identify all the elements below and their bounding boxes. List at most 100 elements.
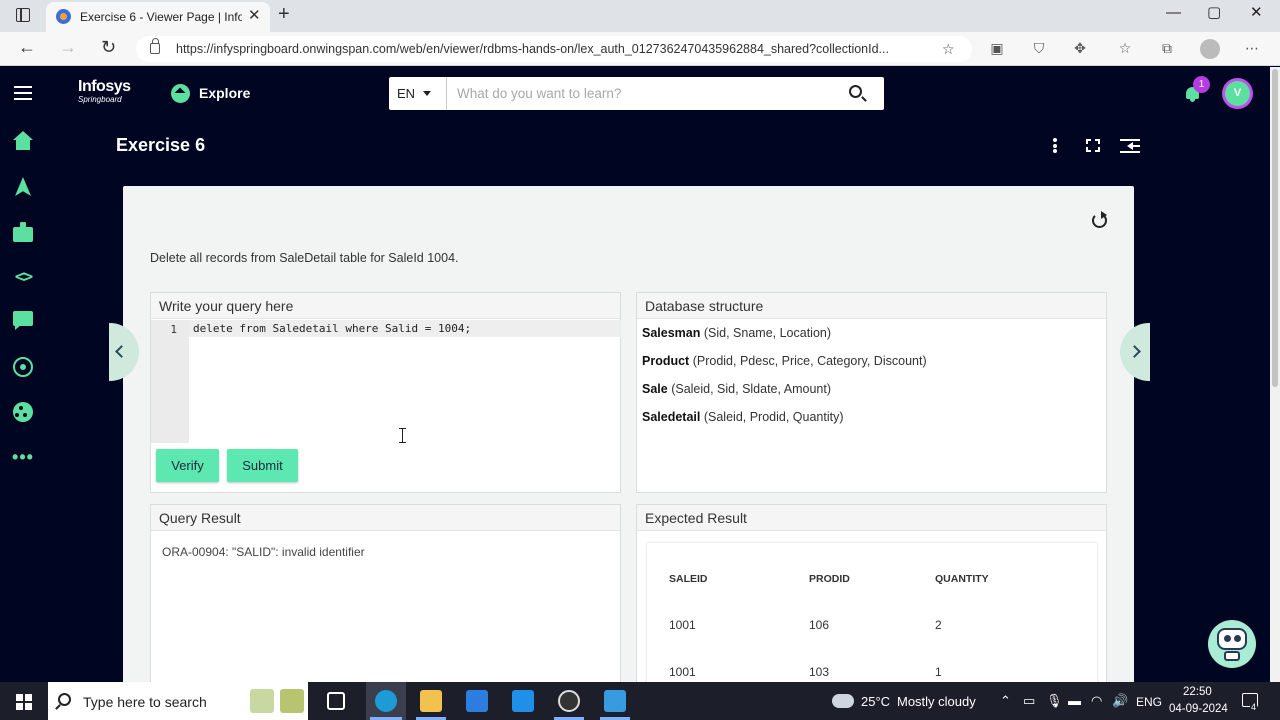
fullscreen-icon[interactable] (1085, 138, 1101, 153)
collection-icon[interactable]: ▣ (989, 40, 1005, 56)
store-icon[interactable] (466, 690, 488, 712)
input-language[interactable]: ENG (1136, 695, 1162, 709)
collapse-panel-icon[interactable] (1120, 139, 1140, 153)
photos-icon[interactable] (604, 690, 626, 712)
code-icon[interactable]: <> (12, 266, 34, 288)
navigation-icon[interactable] (12, 177, 34, 199)
column-header: SALEID (669, 573, 708, 585)
table-definition: Saledetail (Saleid, Prodid, Quantity) (642, 410, 844, 424)
notification-count: 4 (1250, 702, 1258, 712)
column-header: QUANTITY (935, 573, 989, 585)
table-cell: 1001 (669, 665, 696, 679)
refresh-icon[interactable] (1092, 211, 1107, 228)
language-select[interactable]: EN (389, 77, 447, 110)
community-icon[interactable] (12, 401, 34, 423)
submit-button[interactable]: Submit (227, 449, 298, 482)
active-code-line[interactable]: delete from Saledetail where Salid = 100… (189, 320, 621, 337)
query-editor-title: Write your query here (159, 298, 294, 314)
page-scrollbar[interactable] (1270, 67, 1280, 682)
column-header: PRODID (809, 573, 850, 585)
explore-link[interactable]: Explore (199, 85, 250, 101)
shield-icon[interactable]: ⛉ (1031, 40, 1047, 56)
menu-icon[interactable] (14, 86, 32, 100)
scrollbar-thumb[interactable] (1272, 69, 1278, 387)
edge-icon (375, 690, 397, 712)
cloud-icon[interactable] (832, 694, 854, 708)
expected-result-table: SALEID PRODID QUANTITY 1001 106 2 1001 1… (647, 543, 1097, 703)
reload-icon[interactable]: ↻ (101, 38, 116, 56)
window-close-icon[interactable]: ✕ (1250, 5, 1263, 20)
task-view-icon[interactable] (327, 692, 345, 710)
query-error-message: ORA-00904: "SALID": invalid identifier (162, 545, 365, 559)
code-editor[interactable]: 1 delete from Saledetail where Salid = 1… (151, 320, 621, 443)
search-icon[interactable] (849, 85, 862, 98)
clock-time[interactable]: 22:50 (1183, 686, 1212, 698)
compass-icon[interactable] (171, 84, 190, 103)
minimize-icon[interactable]: — (1166, 5, 1181, 20)
meet-now-icon[interactable]: ▭ (1023, 694, 1035, 707)
lock-icon[interactable] (150, 38, 160, 54)
collections-icon[interactable]: ⧉ (1159, 40, 1175, 56)
caret-down-icon (423, 91, 431, 96)
browser-profile-icon[interactable] (1200, 39, 1220, 59)
weather-temperature[interactable]: 25°C (861, 694, 890, 709)
badge-icon[interactable] (12, 222, 34, 244)
obs-icon[interactable] (558, 690, 580, 712)
page-title: Exercise 6 (116, 135, 206, 155)
microphone-icon[interactable]: 🎙 (1046, 694, 1063, 707)
exercise-card: Delete all records from SaleDetail table… (123, 186, 1134, 703)
wifi-icon[interactable]: ◠ (1091, 694, 1102, 707)
home-icon[interactable] (12, 131, 34, 153)
taskbar-search[interactable]: Type here to search (48, 682, 308, 720)
avatar[interactable]: V (1222, 78, 1253, 109)
code-text[interactable]: delete from Saledetail where Salid = 100… (193, 322, 471, 335)
weather-description[interactable]: Mostly cloudy (897, 694, 976, 709)
volume-icon[interactable]: 🔊 (1112, 694, 1128, 707)
more-options-icon[interactable] (1053, 138, 1057, 153)
query-result-panel: Query Result ORA-00904: "SALID": invalid… (150, 504, 621, 694)
maximize-icon[interactable]: ▢ (1207, 5, 1221, 20)
favorites-icon[interactable]: ☆ (1117, 40, 1133, 56)
tab-title: Exercise 6 - Viewer Page | Infosys Sprin… (80, 10, 242, 24)
battery-icon[interactable]: ▬ (1068, 694, 1081, 707)
tab-close-icon[interactable]: ✕ (248, 8, 261, 23)
text-cursor-icon (399, 428, 406, 443)
edge-taskbar-button[interactable] (366, 682, 406, 720)
more-icon[interactable]: ••• (12, 446, 34, 468)
table-definition: Salesman (Sid, Sname, Location) (642, 326, 832, 340)
query-editor-panel: Write your query here 1 delete from Sale… (150, 292, 621, 493)
infosys-springboard-logo[interactable]: Infosys Springboard (78, 79, 131, 104)
url-text[interactable]: https://infyspringboard.onwingspan.com/w… (176, 42, 924, 56)
line-gutter: 1 (151, 320, 189, 443)
browser-tab[interactable]: Exercise 6 - Viewer Page | Infosys Sprin… (46, 2, 270, 32)
table-cell: 106 (809, 618, 830, 632)
notification-badge: 1 (1193, 76, 1210, 93)
windows-start-icon[interactable] (16, 694, 32, 710)
database-structure-panel: Database structure Salesman (Sid, Sname,… (636, 292, 1107, 493)
question-text: Delete all records from SaleDetail table… (150, 251, 459, 265)
favorite-add-icon[interactable]: ☆ (942, 41, 955, 58)
mail-icon[interactable] (512, 690, 534, 712)
address-bar[interactable]: https://infyspringboard.onwingspan.com/w… (136, 36, 972, 62)
site-favicon-icon (56, 9, 71, 24)
new-tab-icon[interactable]: + (278, 4, 290, 24)
app-header: Infosys Springboard Explore EN 1 V (0, 67, 1270, 119)
chatbot-icon[interactable] (1208, 620, 1256, 668)
tab-actions-icon[interactable] (16, 8, 30, 22)
search-highlight-icon (250, 689, 274, 713)
browser-menu-icon[interactable]: ⋯ (1244, 40, 1260, 56)
taskbar-search-text: Type here to search (83, 694, 207, 710)
chevron-up-icon[interactable]: ⌃ (1000, 694, 1011, 707)
verify-button[interactable]: Verify (156, 449, 219, 482)
target-icon[interactable] (12, 356, 34, 378)
file-explorer-icon[interactable] (420, 690, 442, 712)
chat-icon[interactable] (12, 310, 34, 332)
search-input[interactable] (449, 78, 829, 109)
extensions-icon[interactable]: ✥ (1072, 40, 1088, 56)
table-cell: 103 (809, 665, 830, 679)
forward-icon: → (59, 37, 77, 57)
browser-toolbar: ← → ↻ https://infyspringboard.onwingspan… (0, 32, 1280, 66)
back-icon[interactable]: ← (18, 38, 36, 56)
table-cell: 2 (935, 618, 942, 632)
clock-date[interactable]: 04-09-2024 (1169, 703, 1228, 715)
